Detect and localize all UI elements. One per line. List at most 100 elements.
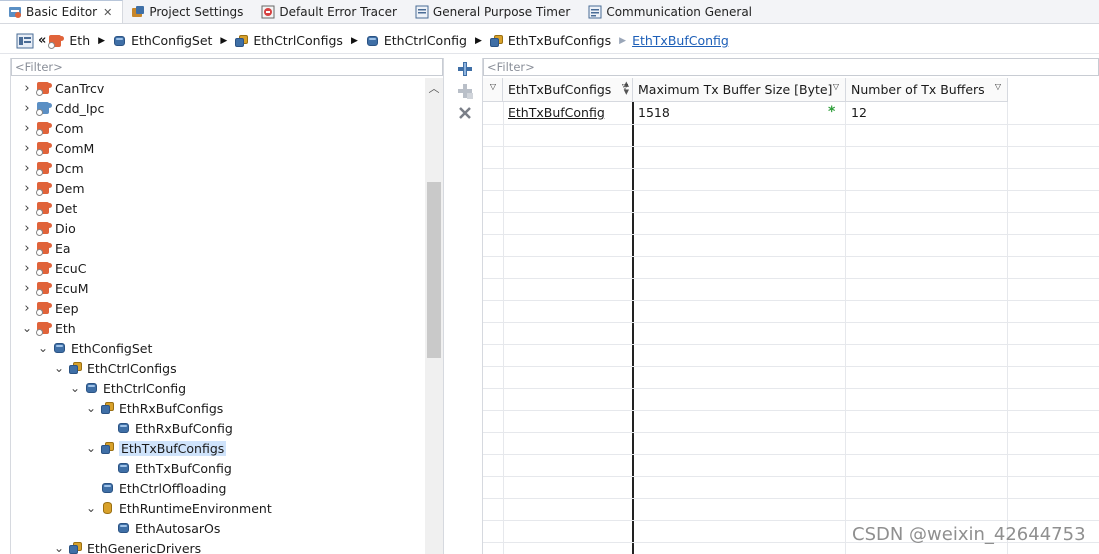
breadcrumb-item-ethctrlconfig[interactable]: EthCtrlConfig [366, 33, 467, 48]
grid-line [503, 102, 504, 554]
tab-label: Basic Editor [26, 5, 98, 19]
chevron-right-icon[interactable]: › [21, 121, 33, 136]
tab-communication-general[interactable]: Communication General [580, 0, 762, 23]
tree-item[interactable]: › EcuM [21, 278, 88, 298]
tree-item[interactable]: › EcuC [21, 258, 86, 278]
tree-item[interactable]: ⌄ EthCtrlConfigs [53, 358, 177, 378]
chevron-down-icon[interactable]: ⌄ [85, 441, 97, 455]
tree-item[interactable]: › Dio [21, 218, 76, 238]
chevron-right-icon[interactable]: › [21, 181, 33, 196]
filter-icon[interactable]: ▽ [490, 78, 496, 99]
breadcrumb-arrow-icon[interactable]: ▶ [98, 36, 105, 46]
chevron-down-icon[interactable]: ⌄ [53, 361, 65, 375]
breadcrumb-label: EthCtrlConfigs [253, 33, 343, 48]
filter-icon[interactable]: ▽ [995, 78, 1001, 99]
table-cell-name[interactable]: EthTxBufConfig [503, 102, 633, 124]
tree-item[interactable]: EthTxBufConfig [101, 458, 232, 478]
tree-item[interactable]: › Det [21, 198, 77, 218]
breadcrumb-arrow-icon[interactable]: ▶ [351, 36, 358, 46]
chevron-right-icon[interactable]: › [21, 221, 33, 236]
tree-item[interactable]: › Ea [21, 238, 71, 258]
tree-item-label: Com [55, 120, 84, 136]
scroll-up-icon[interactable]: ︿ [425, 80, 443, 96]
breadcrumb-arrow-icon[interactable]: ▶ [220, 36, 227, 46]
chevron-down-icon[interactable]: ⌄ [85, 501, 97, 515]
chevron-right-icon[interactable]: › [21, 281, 33, 296]
tree-item[interactable]: › Com [21, 118, 84, 138]
table-cell-count[interactable]: 12 [846, 102, 1008, 124]
tree-item-label: EthTxBufConfigs [119, 440, 227, 456]
tree-item[interactable]: › CanTrcv [21, 78, 104, 98]
tree-item-label: Dem [55, 180, 85, 196]
tree-item[interactable]: ⌄ EthRuntimeEnvironment [85, 498, 272, 518]
column-header[interactable]: Number of Tx Buffers ▽ [846, 78, 1008, 102]
chevron-right-icon[interactable]: › [21, 301, 33, 316]
multi-container-icon [235, 34, 249, 48]
modified-marker: * [828, 104, 836, 120]
scrollbar-thumb[interactable] [427, 182, 441, 358]
container-icon [366, 34, 380, 48]
tree-item[interactable]: › Dcm [21, 158, 84, 178]
tree-item[interactable]: › ComM [21, 138, 94, 158]
watermark: CSDN @weixin_42644753 [852, 524, 1086, 545]
tree-item-label: EthConfigSet [71, 340, 153, 356]
chevron-right-icon[interactable]: › [21, 241, 33, 256]
tab-basic-editor[interactable]: Basic Editor ✕ [0, 0, 124, 23]
chevron-right-icon[interactable]: › [21, 261, 33, 276]
outline-toggle-icon[interactable] [16, 33, 34, 49]
tree-item[interactable]: EthRxBufConfig [101, 418, 233, 438]
tree-item[interactable]: ⌄ EthRxBufConfigs [85, 398, 223, 418]
chevron-right-icon[interactable]: › [21, 81, 33, 96]
tree-item[interactable]: ⌄ EthGenericDrivers [53, 538, 201, 554]
add-icon[interactable] [456, 60, 474, 78]
grid-line [483, 410, 1099, 411]
add-multi-icon[interactable] [456, 82, 474, 100]
filter-icon[interactable]: ▽ [833, 78, 839, 99]
chevron-right-icon[interactable]: › [21, 141, 33, 156]
filter-icon[interactable]: ▽ [622, 78, 628, 99]
column-header[interactable]: Maximum Tx Buffer Size [Byte] ▽ [633, 78, 846, 102]
chevron-down-icon[interactable]: ⌄ [37, 341, 49, 355]
chevron-right-icon[interactable]: › [21, 201, 33, 216]
module-icon [36, 201, 52, 216]
tree-item[interactable]: › Eep [21, 298, 79, 318]
breadcrumb-item-ethconfigset[interactable]: EthConfigSet [113, 33, 212, 48]
chevron-right-icon[interactable]: › [21, 101, 33, 116]
tree-item-label: Dio [55, 220, 76, 236]
tree-item[interactable]: ⌄ EthTxBufConfigs [85, 438, 227, 458]
chevron-down-icon[interactable]: ⌄ [21, 321, 33, 335]
back-icon[interactable]: « [38, 33, 46, 48]
tree-item[interactable]: ⌄ EthCtrlConfig [69, 378, 186, 398]
chevron-down-icon[interactable]: ⌄ [53, 541, 65, 554]
chevron-right-icon[interactable]: › [21, 161, 33, 176]
table-cell-max-size[interactable]: 1518 [633, 102, 846, 124]
tree-item[interactable]: EthAutosarOs [101, 518, 220, 538]
column-header[interactable]: EthTxBufConfigs ▲ ▼ ▽ [503, 78, 633, 102]
tab-project-settings[interactable]: Project Settings [123, 0, 253, 23]
breadcrumb-item-ethtxbufconfigs[interactable]: EthTxBufConfigs [489, 33, 611, 48]
breadcrumb-arrow-icon[interactable]: ▶ [475, 36, 482, 46]
chevron-down-icon[interactable]: ⌄ [69, 381, 81, 395]
breadcrumb-item-eth[interactable]: Eth [48, 33, 90, 49]
delete-icon[interactable] [456, 104, 474, 122]
row-header-corner[interactable]: ▽ [483, 78, 503, 102]
tree-item[interactable]: ⌄ EthConfigSet [37, 338, 152, 358]
tree-item[interactable]: › Dem [21, 178, 85, 198]
tree-item[interactable]: EthCtrlOffloading [85, 478, 226, 498]
breadcrumb-arrow-icon[interactable]: ▶ [619, 36, 626, 46]
breadcrumb-item-ethctrlconfigs[interactable]: EthCtrlConfigs [235, 33, 343, 48]
chevron-down-icon[interactable]: ⌄ [85, 401, 97, 415]
tab-general-purpose-timer[interactable]: General Purpose Timer [407, 0, 580, 23]
module-icon [36, 301, 52, 316]
tree-scrollbar[interactable]: ︿ [425, 78, 443, 554]
tree-item-label: EthRxBufConfig [135, 420, 233, 436]
tree-filter-input[interactable]: <Filter> [11, 58, 443, 76]
close-icon[interactable]: ✕ [103, 6, 112, 19]
breadcrumb-current-link[interactable]: EthTxBufConfig [632, 33, 729, 48]
tree-item-label: Eth [55, 320, 76, 336]
tree-item[interactable]: ⌄ Eth [21, 318, 76, 338]
table-filter-input[interactable]: <Filter> [483, 58, 1099, 76]
tab-default-error-tracer[interactable]: Default Error Tracer [253, 0, 407, 23]
grid-line [483, 344, 1099, 345]
tree-item[interactable]: › Cdd_Ipc [21, 98, 104, 118]
